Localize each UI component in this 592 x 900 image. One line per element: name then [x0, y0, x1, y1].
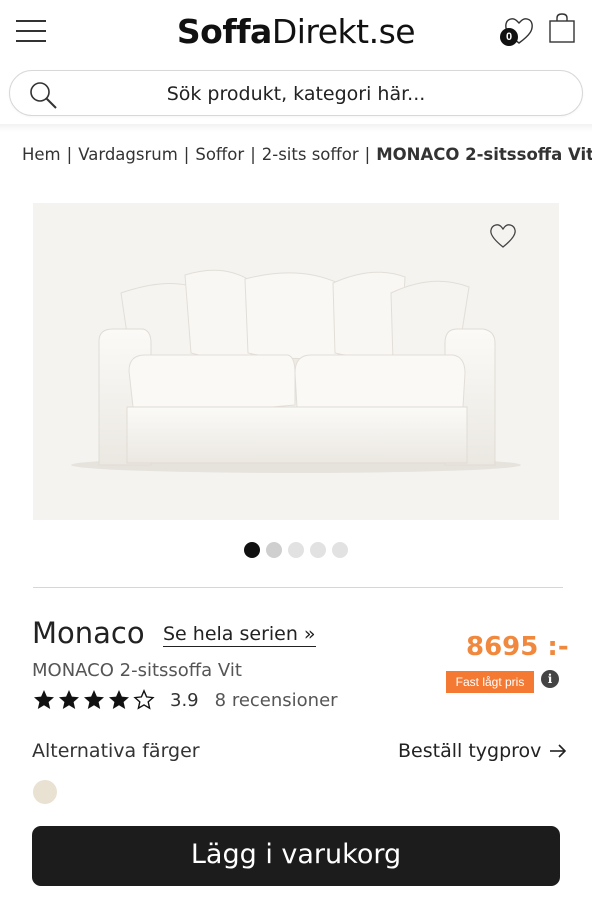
breadcrumb-vardagsrum[interactable]: Vardagsrum	[78, 145, 178, 164]
carousel-dot[interactable]	[332, 542, 348, 558]
carousel-dots	[244, 542, 348, 558]
product-rating[interactable]: 3.9 8 recensioner	[32, 686, 338, 714]
rating-stars	[32, 688, 156, 712]
breadcrumb-2-sits-soffor[interactable]: 2-sits soffor	[262, 145, 359, 164]
alternative-colors-label: Alternativa färger	[32, 740, 200, 762]
product-title: Monaco	[32, 616, 145, 650]
star-filled-icon	[59, 690, 79, 709]
breadcrumb-hem[interactable]: Hem	[22, 145, 61, 164]
search-input[interactable]: Sök produkt, kategori här...	[0, 83, 592, 105]
breadcrumb-current: MONACO 2-sitssoffa Vit	[376, 145, 592, 164]
star-filled-icon	[109, 690, 129, 709]
cart-button[interactable]	[548, 12, 576, 44]
reviews-link[interactable]: 8 recensioner	[215, 690, 338, 711]
carousel-dot[interactable]	[244, 542, 260, 558]
wishlist-button[interactable]: 0	[500, 14, 536, 48]
favorite-heart-icon[interactable]	[488, 222, 518, 250]
product-price: 8695 :-	[466, 632, 569, 662]
star-outline-icon	[133, 689, 155, 710]
wishlist-count-badge: 0	[500, 28, 518, 46]
star-filled-icon	[84, 690, 104, 709]
arrow-right-icon	[550, 744, 567, 758]
logo-light-text: Direkt.se	[271, 12, 416, 51]
info-icon[interactable]: i	[541, 670, 559, 688]
section-divider	[33, 587, 563, 588]
rating-value: 3.9	[170, 689, 199, 711]
carousel-dot[interactable]	[310, 542, 326, 558]
breadcrumb-separator: |	[183, 145, 190, 164]
breadcrumb-separator: |	[66, 145, 73, 164]
order-fabric-sample-link[interactable]: Beställ tygprov	[398, 740, 567, 762]
fabric-sample-label: Beställ tygprov	[398, 740, 542, 762]
see-series-link[interactable]: Se hela serien »	[163, 623, 316, 647]
breadcrumb-separator: |	[250, 145, 256, 164]
price-badge: Fast lågt pris	[446, 671, 534, 693]
header-divider	[0, 124, 592, 132]
logo-bold-text: Soffa	[176, 12, 272, 51]
product-image[interactable]	[33, 203, 559, 520]
product-subtitle: MONACO 2-sitssoffa Vit	[32, 660, 242, 681]
color-swatch[interactable]	[33, 780, 57, 804]
carousel-dot[interactable]	[288, 542, 304, 558]
shopping-bag-icon	[549, 13, 575, 43]
breadcrumb: Hem | Vardagsrum | Soffor | 2-sits soffor | MONA…	[22, 145, 592, 164]
sofa-illustration	[71, 269, 521, 473]
add-to-cart-button[interactable]: Lägg i varukorg	[32, 826, 560, 886]
breadcrumb-separator: |	[364, 145, 371, 164]
carousel-dot[interactable]	[266, 542, 282, 558]
breadcrumb-soffor[interactable]: Soffor	[195, 145, 244, 164]
site-header: SoffaDirekt.se 0	[0, 0, 592, 64]
star-filled-icon	[34, 690, 54, 709]
